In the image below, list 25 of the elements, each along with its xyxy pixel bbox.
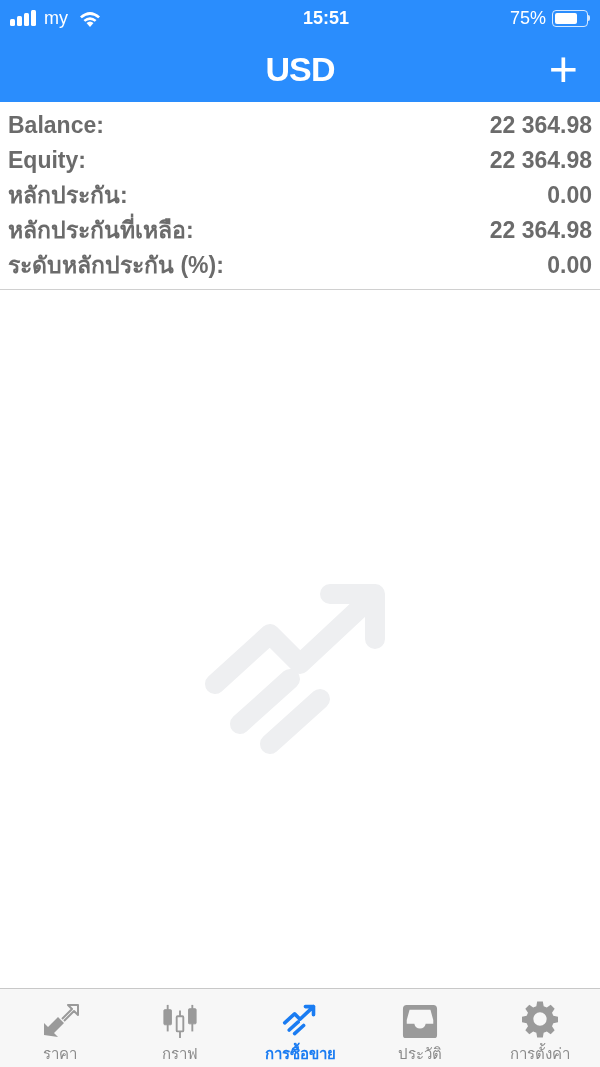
account-value: 22 364.98 [489, 111, 592, 141]
battery-icon [552, 9, 590, 27]
add-button[interactable]: + [548, 44, 578, 94]
account-label: หลักประกันที่เหลือ: [8, 213, 194, 248]
account-label: Equity: [8, 146, 86, 176]
signal-icon [10, 10, 38, 26]
account-value: 22 364.98 [489, 146, 592, 176]
battery-percent: 75% [509, 6, 546, 30]
account-label: Balance: [8, 111, 104, 141]
account-label: หลักประกัน: [8, 181, 128, 211]
account-label: ระดับหลักประกัน (%): [8, 251, 224, 281]
tab-bar-item[interactable]: การตั้งค่า [480, 989, 600, 1067]
candlestick-icon [160, 1002, 200, 1039]
account-value: 0.00 [547, 251, 592, 281]
account-value: 22 364.98 [489, 216, 592, 246]
inbox-tray-icon [400, 1002, 440, 1039]
wifi-icon [78, 9, 102, 27]
carrier-name: my [44, 6, 68, 30]
tab-bar-item[interactable]: กราฟ [120, 989, 240, 1067]
tab-bar-item[interactable]: การซื้อขาย [240, 989, 360, 1067]
tab-bar-item[interactable]: ราคา [0, 989, 120, 1067]
account-value: 0.00 [547, 181, 592, 211]
clock-time: 15:51 [302, 6, 349, 30]
nav-title: USD [265, 48, 335, 90]
tab-bar-item[interactable]: ประวัติ [360, 989, 480, 1067]
